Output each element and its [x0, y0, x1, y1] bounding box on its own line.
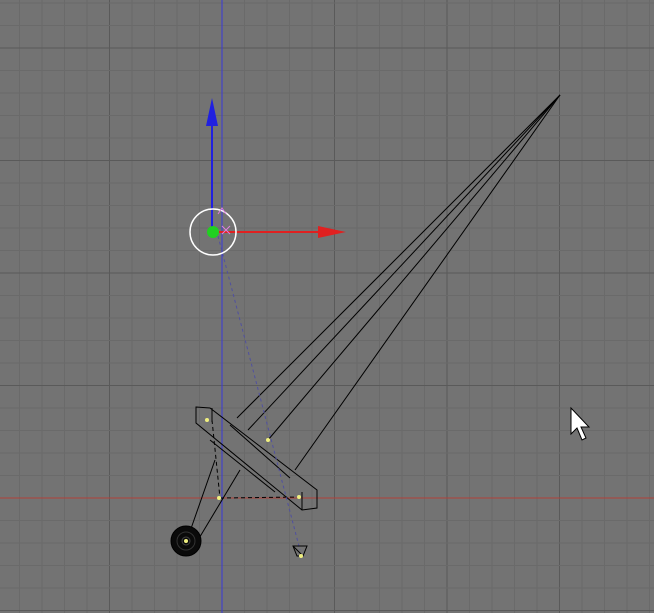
mouse-pointer-icon: [570, 406, 591, 441]
crossguard-outline: [195, 406, 318, 511]
parent-relation-line: [217, 235, 301, 551]
grid: [0, 0, 654, 613]
vertex-dot: [297, 495, 301, 499]
gizmo-center-dot: [207, 226, 219, 238]
blade-edge-inner: [247, 94, 561, 431]
gizmo-z-arrow-icon: [206, 98, 218, 126]
3d-viewport[interactable]: [0, 0, 654, 613]
guard-dashed-line: [211, 419, 221, 499]
vertex-dot: [184, 539, 188, 543]
vertex-dot: [299, 554, 303, 558]
vertex-dot: [266, 438, 270, 442]
gizmo-marker-icon: [217, 207, 231, 235]
crossguard-mid-line: [229, 424, 291, 479]
blade-edge-left: [236, 94, 561, 419]
viewport-canvas[interactable]: [0, 0, 654, 613]
transform-gizmo[interactable]: [189, 98, 346, 256]
vertices: [184, 418, 303, 558]
vertex-dot: [205, 418, 209, 422]
handle-edge-right: [194, 469, 241, 546]
vertex-dot: [217, 496, 221, 500]
crossguard-bottom-line: [209, 439, 276, 493]
sword-wireframe[interactable]: [186, 94, 561, 546]
